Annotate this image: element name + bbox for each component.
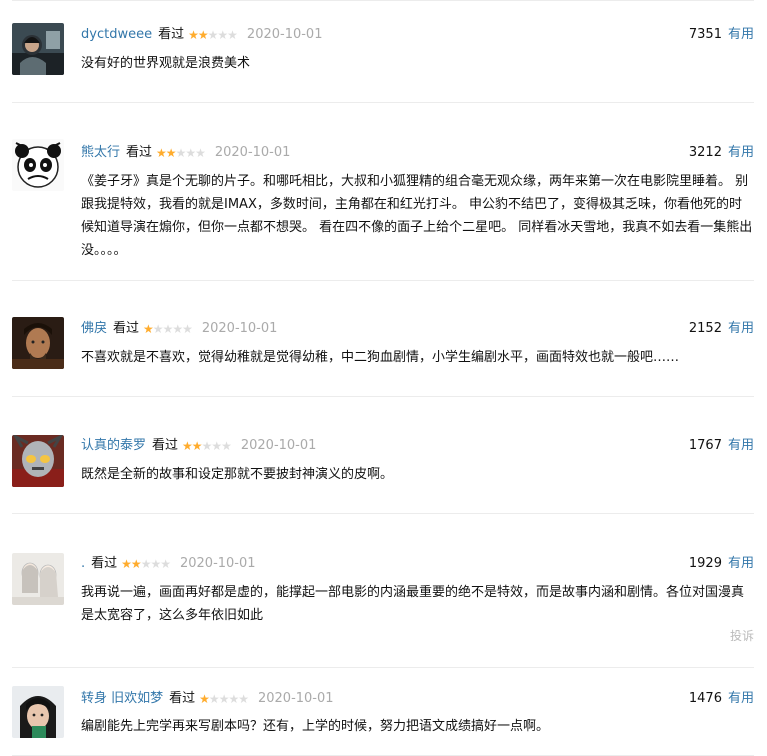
avatar[interactable] — [12, 23, 64, 75]
star-filled-icon: ★ — [156, 146, 167, 160]
vote-area: 2152 有用 — [689, 319, 754, 339]
comment-text: 编剧能先上完学再来写剧本吗？还有，上学的时候，努力把语文成绩搞好一点啊。 — [81, 719, 550, 734]
comment-item: 转身 旧欢如梦 看过 ★★★★★ 2020-10-01 1476 有用 编剧能先上完学再… — [12, 668, 754, 756]
comment-text: 既然是全新的故事和设定那就不要披封神演义的皮啊。 — [81, 467, 394, 482]
comment-text: 《姜子牙》真是个无聊的片子。和哪吒相比，大叔和小狐狸精的组合毫无观众缘，两年来第… — [81, 174, 753, 258]
star-filled-icon: ★ — [165, 146, 177, 160]
comment-item: 熊太行 看过 ★★★★★ 2020-10-01 3212 有用 《姜子牙》真是个无聊的片… — [12, 103, 754, 281]
star-empty-icon: ★ — [172, 322, 183, 336]
comment-date: 2020-10-01 — [179, 556, 256, 571]
vote-area: 7351 有用 — [689, 25, 754, 45]
avatar[interactable] — [12, 686, 64, 738]
star-empty-icon: ★ — [207, 28, 219, 42]
comment-date: 2020-10-01 — [240, 438, 317, 453]
star-empty-icon: ★ — [150, 557, 161, 571]
star-filled-icon: ★ — [197, 28, 209, 42]
comment-item: 佛戾 看过 ★★★★★ 2020-10-01 2152 有用 不喜欢就是不喜欢，觉得幼稚… — [12, 281, 754, 397]
comment-meta: 熊太行 看过 ★★★★★ 2020-10-01 — [81, 143, 290, 163]
username-link[interactable]: dyctdweee — [81, 27, 152, 42]
comment-item: . 看过 ★★★★★ 2020-10-01 1929 有用 我再说一遍，画面再好都是虚的… — [12, 514, 754, 668]
star-empty-icon: ★ — [160, 557, 171, 571]
useful-button[interactable]: 有用 — [728, 145, 754, 160]
star-filled-icon: ★ — [199, 692, 210, 706]
star-empty-icon: ★ — [152, 322, 164, 336]
username-link[interactable]: 认真的泰罗 — [81, 438, 146, 453]
star-empty-icon: ★ — [221, 439, 232, 453]
watch-status: 看过 — [126, 145, 153, 160]
star-filled-icon: ★ — [121, 557, 132, 571]
useful-button[interactable]: 有用 — [728, 27, 754, 42]
vote-count: 3212 — [688, 145, 722, 160]
username-link[interactable]: 转身 旧欢如梦 — [81, 691, 163, 706]
vote-area: 1767 有用 — [689, 436, 754, 456]
star-empty-icon: ★ — [228, 692, 239, 706]
comment-meta: 佛戾 看过 ★★★★★ 2020-10-01 — [81, 319, 277, 339]
star-empty-icon: ★ — [140, 557, 152, 571]
username-link[interactable]: 佛戾 — [81, 321, 107, 336]
comment-text: 没有好的世界观就是浪费美术 — [81, 56, 251, 71]
vote-count: 1476 — [688, 691, 722, 706]
star-empty-icon: ★ — [201, 439, 213, 453]
comment-text: 我再说一遍，画面再好都是虚的，能撑起一部电影的内涵最重要的绝不是特效，而是故事内… — [81, 585, 745, 623]
comment-text: 不喜欢就是不喜欢，觉得幼稚就是觉得幼稚，中二狗血剧情，小学生编剧水平，画面特效也… — [81, 350, 680, 365]
star-empty-icon: ★ — [185, 146, 196, 160]
rating-stars: ★★★★★ — [121, 554, 171, 574]
useful-button[interactable]: 有用 — [728, 556, 754, 571]
star-empty-icon: ★ — [182, 322, 193, 336]
useful-button[interactable]: 有用 — [728, 691, 754, 706]
avatar[interactable] — [12, 317, 64, 369]
vote-area: 1476 有用 — [689, 689, 754, 709]
comment-item: dyctdweee 看过 ★★★★★ 2020-10-01 7351 有用 没有好的世界… — [12, 1, 754, 103]
useful-button[interactable]: 有用 — [728, 438, 754, 453]
star-empty-icon: ★ — [162, 322, 174, 336]
star-filled-icon: ★ — [182, 439, 193, 453]
watch-status: 看过 — [152, 438, 179, 453]
star-empty-icon: ★ — [195, 146, 206, 160]
comment-date: 2020-10-01 — [201, 321, 278, 336]
username-link[interactable]: 熊太行 — [81, 145, 120, 160]
star-empty-icon: ★ — [175, 146, 187, 160]
vote-count: 2152 — [688, 321, 722, 336]
comment-meta: dyctdweee 看过 ★★★★★ 2020-10-01 — [81, 25, 322, 45]
comment-date: 2020-10-01 — [246, 27, 323, 42]
comment-date: 2020-10-01 — [214, 145, 291, 160]
star-empty-icon: ★ — [211, 439, 222, 453]
comment-meta: 转身 旧欢如梦 看过 ★★★★★ 2020-10-01 — [81, 689, 334, 709]
comment-date: 2020-10-01 — [257, 691, 334, 706]
star-empty-icon: ★ — [217, 28, 228, 42]
report-button[interactable]: 投诉 — [730, 627, 754, 644]
rating-stars: ★★★★★ — [199, 689, 249, 709]
watch-status: 看过 — [169, 691, 196, 706]
comment-item: 认真的泰罗 看过 ★★★★★ 2020-10-01 1767 有用 既然是全新的故事和设… — [12, 397, 754, 514]
star-empty-icon: ★ — [227, 28, 238, 42]
avatar[interactable] — [12, 435, 64, 487]
star-empty-icon: ★ — [218, 692, 230, 706]
watch-status: 看过 — [113, 321, 140, 336]
vote-count: 1767 — [688, 438, 722, 453]
star-empty-icon: ★ — [238, 692, 249, 706]
star-filled-icon: ★ — [143, 322, 154, 336]
watch-status: 看过 — [91, 556, 118, 571]
star-empty-icon: ★ — [208, 692, 220, 706]
avatar[interactable] — [12, 553, 64, 605]
rating-stars: ★★★★★ — [188, 25, 238, 45]
useful-button[interactable]: 有用 — [728, 321, 754, 336]
vote-count: 1929 — [688, 556, 722, 571]
star-filled-icon: ★ — [188, 28, 199, 42]
vote-area: 3212 有用 — [689, 143, 754, 163]
watch-status: 看过 — [158, 27, 185, 42]
username-link[interactable]: . — [81, 556, 85, 571]
vote-count: 7351 — [688, 27, 722, 42]
rating-stars: ★★★★★ — [143, 319, 193, 339]
comment-meta: 认真的泰罗 看过 ★★★★★ 2020-10-01 — [81, 436, 316, 456]
star-filled-icon: ★ — [191, 439, 203, 453]
avatar[interactable] — [12, 139, 64, 191]
rating-stars: ★★★★★ — [182, 436, 232, 456]
star-filled-icon: ★ — [130, 557, 142, 571]
rating-stars: ★★★★★ — [156, 143, 206, 163]
comment-meta: . 看过 ★★★★★ 2020-10-01 — [81, 554, 256, 574]
vote-area: 1929 有用 — [689, 554, 754, 574]
